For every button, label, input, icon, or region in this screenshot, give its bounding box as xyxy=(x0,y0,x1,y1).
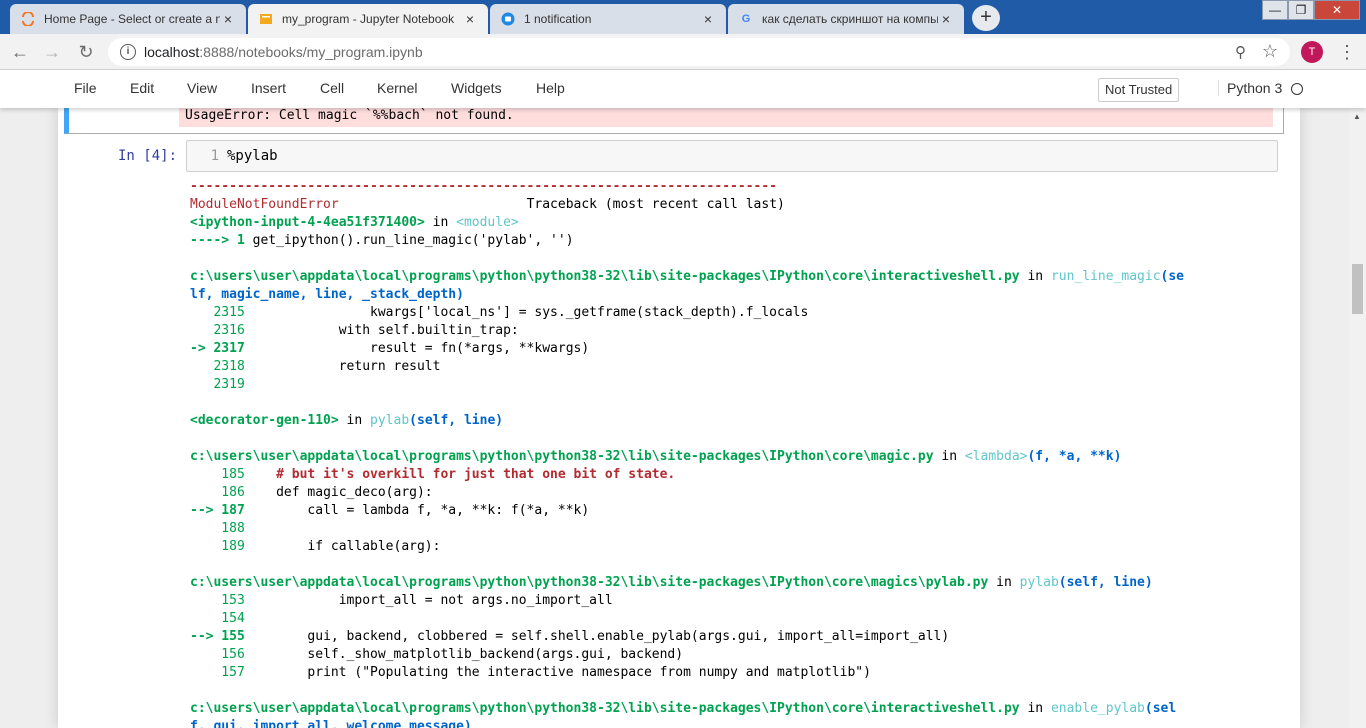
not-trusted-button[interactable]: Not Trusted xyxy=(1098,78,1180,102)
menu-file[interactable]: File xyxy=(74,80,97,96)
tab-title: Home Page - Select or create a notebook xyxy=(44,12,220,26)
menu-help[interactable]: Help xyxy=(536,80,565,96)
traceback-line: 186 def magic_deco(arg): xyxy=(190,485,433,500)
traceback-frame1: c:\users\user\appdata\local\programs\pyt… xyxy=(190,269,1185,284)
bookmark-star-icon[interactable]: ☆ xyxy=(1262,41,1278,62)
google-icon: G xyxy=(741,13,751,25)
tab-title: my_program - Jupyter Notebook xyxy=(282,12,455,26)
scrollbar-thumb[interactable] xyxy=(1352,264,1363,314)
zoom-icon[interactable]: ⚲ xyxy=(1235,43,1246,61)
menu-view[interactable]: View xyxy=(187,80,217,96)
traceback-line: 153 import_all = not args.no_import_all xyxy=(190,593,613,608)
profile-avatar[interactable]: T xyxy=(1301,41,1323,63)
traceback-frame5-args: f, gui, import_all, welcome_message) xyxy=(190,719,472,728)
menu-edit[interactable]: Edit xyxy=(130,80,154,96)
tab-home-page[interactable]: Home Page - Select or create a notebook … xyxy=(10,4,246,34)
traceback-line: 154 xyxy=(190,611,245,626)
tab-title: как сделать скриншот на компьютере xyxy=(762,12,938,26)
menu-insert[interactable]: Insert xyxy=(251,80,286,96)
close-tab-icon[interactable]: × xyxy=(700,11,716,27)
traceback-frame3: c:\users\user\appdata\local\programs\pyt… xyxy=(190,449,1122,464)
chat-icon xyxy=(500,11,516,27)
cell-output-traceback: ----------------------------------------… xyxy=(190,178,1280,728)
code-text[interactable]: %pylab xyxy=(227,141,278,171)
traceback-line: 156 self._show_matplotlib_backend(args.g… xyxy=(190,647,684,662)
tab-google-search[interactable]: G как сделать скриншот на компьютере × xyxy=(728,4,964,34)
traceback-line: 189 if callable(arg): xyxy=(190,539,441,554)
notebook-icon xyxy=(258,11,274,27)
close-tab-icon[interactable]: × xyxy=(938,11,954,27)
notebook-menubar: File Edit View Insert Cell Kernel Widget… xyxy=(0,70,1366,108)
more-options-icon[interactable]: ⋮ xyxy=(1338,41,1356,63)
jupyter-logo-icon xyxy=(20,11,36,27)
tab-notification[interactable]: 1 notification × xyxy=(490,4,726,34)
restore-window-icon[interactable]: ❐ xyxy=(1288,0,1314,20)
traceback-frame0: <ipython-input-4-4ea51f371400> in <modul… xyxy=(190,215,519,230)
traceback-header: ModuleNotFoundError Traceback (most rece… xyxy=(190,197,785,212)
traceback-line-current: --> 187 call = lambda f, *a, **k: f(*a, … xyxy=(190,503,590,518)
browser-tab-strip: Home Page - Select or create a notebook … xyxy=(0,0,1366,34)
reload-icon[interactable]: ↻ xyxy=(76,42,96,62)
traceback-line: 2315 kwargs['local_ns'] = sys._getframe(… xyxy=(190,305,809,320)
back-arrow-icon[interactable]: ← xyxy=(10,42,30,62)
scroll-up-icon[interactable]: ▲ xyxy=(1353,112,1361,121)
traceback-line-current: -> 2317 result = fn(*args, **kwargs) xyxy=(190,341,590,356)
traceback-frame2: <decorator-gen-110> in pylab(self, line) xyxy=(190,413,504,428)
traceback-frame0-code: ----> 1 get_ipython().run_line_magic('py… xyxy=(190,233,574,248)
close-window-icon[interactable]: ✕ xyxy=(1314,0,1360,20)
close-tab-icon[interactable]: × xyxy=(462,11,478,27)
previous-cell-error: UsageError: Cell magic `%%bach` not foun… xyxy=(179,108,1273,127)
traceback-line: 2318 return result xyxy=(190,359,441,374)
page-scrollbar[interactable]: ▲ xyxy=(1349,108,1366,728)
traceback-frame1-args: lf, magic_name, line, _stack_depth) xyxy=(190,287,464,302)
traceback-frame4: c:\users\user\appdata\local\programs\pyt… xyxy=(190,575,1153,590)
url-text[interactable]: localhost:8888/notebooks/my_program.ipyn… xyxy=(144,44,423,60)
menu-kernel[interactable]: Kernel xyxy=(377,80,417,96)
traceback-line: 2316 with self.builtin_trap: xyxy=(190,323,519,338)
traceback-line: 188 xyxy=(190,521,245,536)
traceback-separator: ----------------------------------------… xyxy=(190,179,777,194)
traceback-line: 157 print ("Populating the interactive n… xyxy=(190,665,871,680)
info-icon[interactable]: i xyxy=(120,44,136,60)
input-prompt: In [4]: xyxy=(118,148,178,164)
tab-title: 1 notification xyxy=(524,12,592,26)
code-cell-input[interactable]: 1 %pylab xyxy=(186,140,1278,172)
traceback-line: 185 # but it's overkill for just that on… xyxy=(190,467,676,482)
notebook-page: UsageError: Cell magic `%%bach` not foun… xyxy=(58,108,1300,728)
close-tab-icon[interactable]: × xyxy=(220,11,236,27)
forward-arrow-icon[interactable]: → xyxy=(42,42,62,62)
line-number: 1 xyxy=(210,148,219,164)
traceback-line-current: --> 155 gui, backend, clobbered = self.s… xyxy=(190,629,950,644)
kernel-name[interactable]: Python 3 xyxy=(1218,80,1282,96)
browser-toolbar: ← → ↻ i localhost:8888/notebooks/my_prog… xyxy=(0,34,1366,70)
traceback-frame5: c:\users\user\appdata\local\programs\pyt… xyxy=(190,701,1177,716)
traceback-line: 2319 xyxy=(190,377,245,392)
address-bar[interactable]: i localhost:8888/notebooks/my_program.ip… xyxy=(108,38,1290,66)
new-tab-button[interactable]: + xyxy=(972,5,1000,31)
minimize-window-icon[interactable]: — xyxy=(1262,0,1288,20)
menu-widgets[interactable]: Widgets xyxy=(451,80,502,96)
kernel-idle-icon xyxy=(1291,83,1303,95)
tab-my-program[interactable]: my_program - Jupyter Notebook × xyxy=(248,4,488,34)
menu-cell[interactable]: Cell xyxy=(320,80,344,96)
